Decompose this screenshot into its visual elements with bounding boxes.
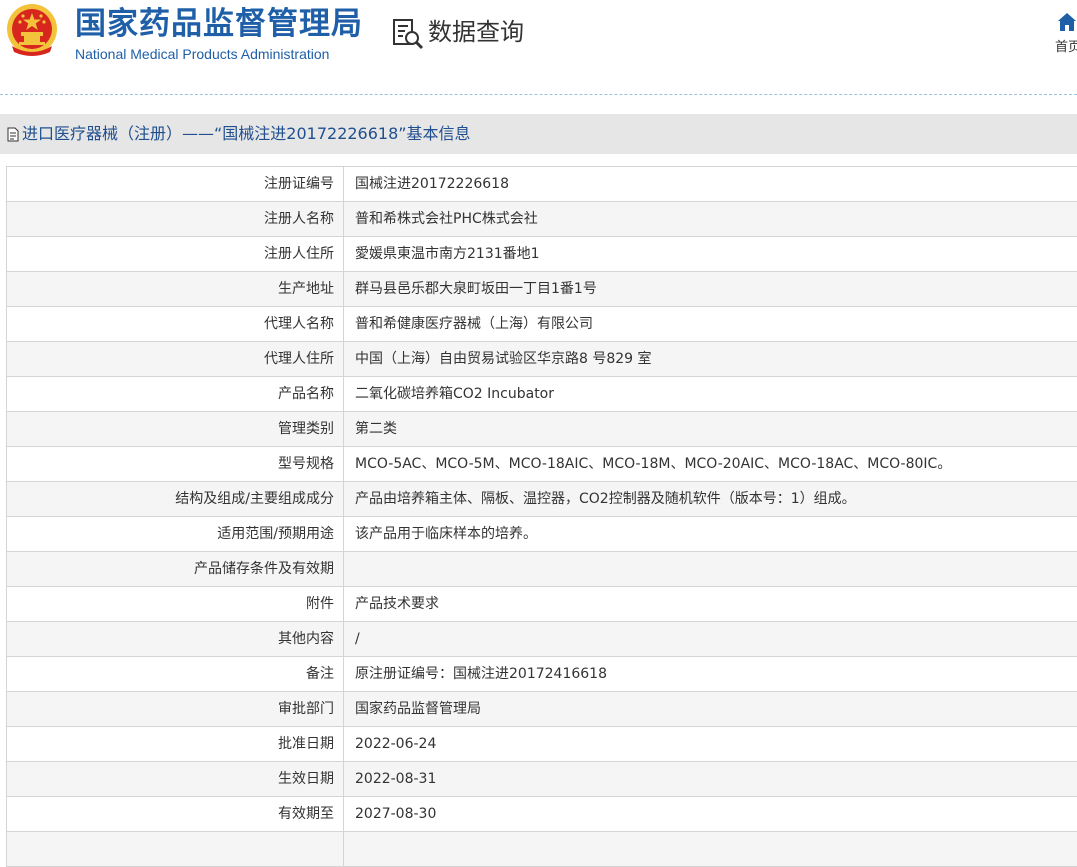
field-value: 2027-08-30 xyxy=(344,797,1077,832)
field-label: 注册证编号 xyxy=(7,167,344,202)
table-row: 代理人住所中国（上海）自由贸易试验区华京路8 号829 室 xyxy=(7,342,1077,377)
field-label: 审批部门 xyxy=(7,692,344,727)
field-value: 该产品用于临床样本的培养。 xyxy=(344,517,1077,552)
field-value: 愛媛県東温市南方2131番地1 xyxy=(344,237,1077,272)
table-row xyxy=(7,832,1077,867)
table-row: 结构及组成/主要组成成分产品由培养箱主体、隔板、温控器，CO2控制器及随机软件（… xyxy=(7,482,1077,517)
table-row: 适用范围/预期用途该产品用于临床样本的培养。 xyxy=(7,517,1077,552)
record-title: 进口医疗器械（注册）——“国械注进20172226618”基本信息 xyxy=(22,123,471,145)
table-row: 审批部门国家药品监督管理局 xyxy=(7,692,1077,727)
field-value: 第二类 xyxy=(344,412,1077,447)
field-label: 有效期至 xyxy=(7,797,344,832)
field-value: 中国（上海）自由贸易试验区华京路8 号829 室 xyxy=(344,342,1077,377)
table-row: 附件产品技术要求 xyxy=(7,587,1077,622)
field-value xyxy=(344,832,1077,867)
field-value: 普和希株式会社PHC株式会社 xyxy=(344,202,1077,237)
field-label: 生产地址 xyxy=(7,272,344,307)
table-row: 注册证编号国械注进20172226618 xyxy=(7,167,1077,202)
table-row: 产品名称二氧化碳培养箱CO2 Incubator xyxy=(7,377,1077,412)
field-label: 适用范围/预期用途 xyxy=(7,517,344,552)
field-label: 产品名称 xyxy=(7,377,344,412)
field-label: 注册人名称 xyxy=(7,202,344,237)
table-row: 生产地址群马县邑乐郡大泉町坂田一丁目1番1号 xyxy=(7,272,1077,307)
national-emblem-icon[interactable] xyxy=(4,2,60,60)
data-query-title: 数据查询 xyxy=(428,16,524,48)
field-value: 二氧化碳培养箱CO2 Incubator xyxy=(344,377,1077,412)
table-row: 注册人住所愛媛県東温市南方2131番地1 xyxy=(7,237,1077,272)
field-value: 2022-08-31 xyxy=(344,762,1077,797)
field-value: 产品由培养箱主体、隔板、温控器，CO2控制器及随机软件（版本号：1）组成。 xyxy=(344,482,1077,517)
field-value xyxy=(344,552,1077,587)
table-row: 生效日期2022-08-31 xyxy=(7,762,1077,797)
field-value: 2022-06-24 xyxy=(344,727,1077,762)
table-row: 其他内容/ xyxy=(7,622,1077,657)
field-label: 其他内容 xyxy=(7,622,344,657)
field-label: 代理人住所 xyxy=(7,342,344,377)
field-label: 批准日期 xyxy=(7,727,344,762)
field-label: 产品储存条件及有效期 xyxy=(7,552,344,587)
field-value: / xyxy=(344,622,1077,657)
site-header: 国家药品监督管理局 National Medical Products Admi… xyxy=(0,0,1077,80)
table-row: 注册人名称普和希株式会社PHC株式会社 xyxy=(7,202,1077,237)
home-link[interactable]: 首页 xyxy=(1055,40,1077,56)
field-value: 群马县邑乐郡大泉町坂田一丁目1番1号 xyxy=(344,272,1077,307)
table-row: 产品储存条件及有效期 xyxy=(7,552,1077,587)
field-value: 普和希健康医疗器械（上海）有限公司 xyxy=(344,307,1077,342)
field-label xyxy=(7,832,344,867)
table-row: 备注原注册证编号：国械注进20172416618 xyxy=(7,657,1077,692)
field-label: 注册人住所 xyxy=(7,237,344,272)
field-label: 结构及组成/主要组成成分 xyxy=(7,482,344,517)
field-label: 代理人名称 xyxy=(7,307,344,342)
record-title-bar: 进口医疗器械（注册）——“国械注进20172226618”基本信息 xyxy=(0,114,1077,154)
site-logo-subtitle[interactable]: National Medical Products Administration xyxy=(75,45,329,63)
table-row: 有效期至2027-08-30 xyxy=(7,797,1077,832)
field-label: 备注 xyxy=(7,657,344,692)
table-row: 管理类别第二类 xyxy=(7,412,1077,447)
table-row: 型号规格MCO-5AC、MCO-5M、MCO-18AIC、MCO-18M、MCO… xyxy=(7,447,1077,482)
field-value: 原注册证编号：国械注进20172416618 xyxy=(344,657,1077,692)
field-value: 国械注进20172226618 xyxy=(344,167,1077,202)
table-row: 批准日期2022-06-24 xyxy=(7,727,1077,762)
document-icon xyxy=(7,127,19,142)
header-divider xyxy=(0,94,1077,95)
field-label: 型号规格 xyxy=(7,447,344,482)
field-value: MCO-5AC、MCO-5M、MCO-18AIC、MCO-18M、MCO-20A… xyxy=(344,447,1077,482)
field-label: 附件 xyxy=(7,587,344,622)
home-icon[interactable] xyxy=(1057,12,1077,32)
site-logo-title[interactable]: 国家药品监督管理局 xyxy=(75,4,363,44)
field-value: 国家药品监督管理局 xyxy=(344,692,1077,727)
field-value: 产品技术要求 xyxy=(344,587,1077,622)
field-label: 生效日期 xyxy=(7,762,344,797)
data-query-icon xyxy=(391,17,425,51)
record-detail-table: 注册证编号国械注进20172226618注册人名称普和希株式会社PHC株式会社注… xyxy=(6,166,1077,867)
table-row: 代理人名称普和希健康医疗器械（上海）有限公司 xyxy=(7,307,1077,342)
field-label: 管理类别 xyxy=(7,412,344,447)
